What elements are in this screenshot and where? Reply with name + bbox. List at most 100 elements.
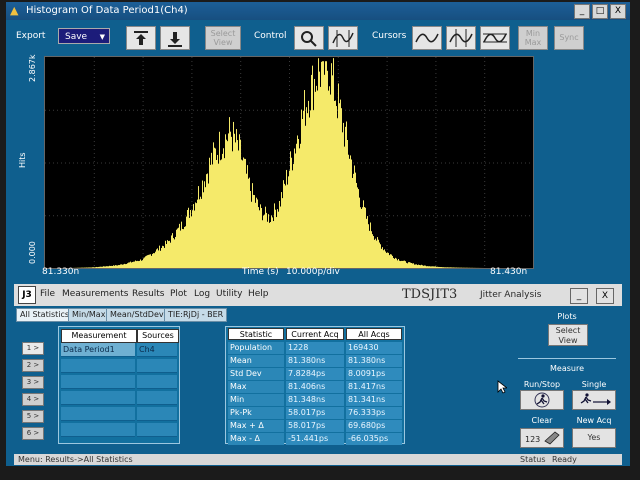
grid-dot: [386, 105, 388, 106]
cursor-mode-3-button[interactable]: [480, 26, 510, 50]
menu-results[interactable]: Results: [132, 289, 165, 299]
sync-button[interactable]: Sync: [554, 26, 584, 50]
histogram-bar: [325, 61, 326, 268]
grid-dot: [240, 129, 242, 130]
grid-dot: [169, 215, 170, 217]
histogram-bar: [212, 164, 213, 268]
empty-source-cell[interactable]: [137, 407, 177, 421]
select-view-button[interactable]: Select View: [205, 26, 241, 50]
histogram-bar: [436, 266, 437, 268]
grid-dot: [191, 141, 193, 142]
plots-select-view-button[interactable]: Select View: [548, 324, 588, 346]
maximize-button[interactable]: □: [592, 4, 608, 19]
grid-dot: [401, 215, 402, 217]
empty-source-cell[interactable]: [137, 375, 177, 389]
select-measurement-1-button[interactable]: 1 >: [22, 342, 44, 355]
source-cell[interactable]: Ch4: [137, 343, 177, 357]
grid-dot: [457, 215, 458, 217]
select-measurement-2-button[interactable]: 2 >: [22, 359, 44, 372]
run-stop-button[interactable]: [520, 390, 564, 410]
minmax-button[interactable]: Min Max: [518, 26, 548, 50]
menu-help[interactable]: Help: [248, 289, 269, 299]
histogram-bar: [340, 99, 341, 268]
tab-mean-stddev[interactable]: Mean/StdDev: [106, 308, 168, 322]
select-measurement-5-button[interactable]: 5 >: [22, 410, 44, 423]
grid-dot: [386, 69, 388, 70]
close-button[interactable]: X: [610, 4, 626, 19]
select-measurement-3-button[interactable]: 3 >: [22, 376, 44, 389]
histogram-bar: [104, 266, 105, 268]
empty-source-cell[interactable]: [137, 423, 177, 437]
new-acq-yes-button[interactable]: Yes: [572, 428, 616, 448]
empty-measurement-cell[interactable]: [61, 407, 135, 421]
grid-dot: [173, 109, 174, 111]
select-measurement-4-button[interactable]: 4 >: [22, 393, 44, 406]
grid-dot: [435, 93, 437, 94]
jit3-minimize-button[interactable]: _: [570, 288, 588, 304]
histogram-bar: [339, 103, 340, 268]
cursor-mode-2-button[interactable]: [446, 26, 476, 50]
empty-source-cell[interactable]: [137, 391, 177, 405]
grid-dot: [197, 109, 198, 111]
grid-dot: [484, 57, 486, 58]
grid-dot: [142, 113, 144, 114]
empty-measurement-cell[interactable]: [61, 359, 135, 373]
grid-dot: [93, 201, 95, 202]
measurement-table: Measurement Sources Data Period1 Ch4: [58, 326, 180, 444]
grid-dot: [191, 165, 193, 166]
grid-dot: [93, 61, 95, 62]
menu-utility[interactable]: Utility: [216, 289, 242, 299]
clear-button[interactable]: 123: [520, 428, 564, 448]
histogram-bar: [141, 260, 142, 268]
histogram-bar: [204, 181, 205, 268]
grid-dot: [289, 161, 290, 162]
empty-source-cell[interactable]: [137, 359, 177, 373]
current-acq-cell: 58.017ps: [286, 407, 344, 419]
grid-dot: [386, 213, 388, 214]
menu-measurements[interactable]: Measurements: [62, 289, 128, 299]
grid-dot: [435, 249, 437, 250]
jit3-close-button[interactable]: X: [596, 288, 614, 304]
zoom-button[interactable]: [294, 26, 324, 50]
download-icon: [168, 32, 182, 47]
empty-measurement-cell[interactable]: [61, 375, 135, 389]
menu-plot[interactable]: Plot: [170, 289, 187, 299]
empty-measurement-cell[interactable]: [61, 391, 135, 405]
cursor-vertical-icon: [449, 29, 473, 47]
waveform-control-button[interactable]: [328, 26, 358, 50]
export-down-button[interactable]: [160, 26, 190, 50]
status-label: Status: [520, 455, 546, 464]
export-format-select[interactable]: Save ▼: [58, 28, 110, 44]
grid-dot: [149, 162, 150, 164]
histogram-plot[interactable]: [44, 56, 534, 269]
menu-log[interactable]: Log: [194, 289, 210, 299]
histogram-bar: [180, 230, 181, 268]
tab-tie-rjdj-ber[interactable]: TIE:RjDj - BER: [164, 308, 228, 322]
histogram-bar: [329, 86, 330, 268]
grid-dot: [193, 162, 194, 164]
single-button[interactable]: [572, 390, 616, 410]
histogram-bar: [205, 187, 206, 268]
histogram-bar: [277, 209, 278, 268]
tab-min-max[interactable]: Min/Max: [68, 308, 110, 322]
export-up-button[interactable]: [126, 26, 156, 50]
grid-dot: [289, 77, 290, 78]
measurement-cell[interactable]: Data Period1: [61, 343, 135, 357]
grid-dot: [281, 162, 282, 164]
grid-dot: [289, 105, 290, 106]
minimize-button[interactable]: _: [574, 4, 590, 19]
cursor-mode-1-button[interactable]: [412, 26, 442, 50]
menu-file[interactable]: File: [40, 289, 55, 299]
select-measurement-6-button[interactable]: 6 >: [22, 427, 44, 440]
empty-measurement-cell[interactable]: [61, 423, 135, 437]
grid-dot: [191, 77, 193, 78]
grid-dot: [429, 215, 430, 217]
histogram-bar: [98, 266, 99, 268]
grid-dot: [191, 205, 193, 206]
grid-dot: [435, 173, 437, 174]
histogram-bar: [266, 212, 267, 268]
histogram-bar: [97, 267, 98, 268]
grid-dot: [93, 121, 95, 122]
tab-all-statistics[interactable]: All Statistics: [16, 308, 74, 322]
control-label: Control: [254, 31, 287, 41]
